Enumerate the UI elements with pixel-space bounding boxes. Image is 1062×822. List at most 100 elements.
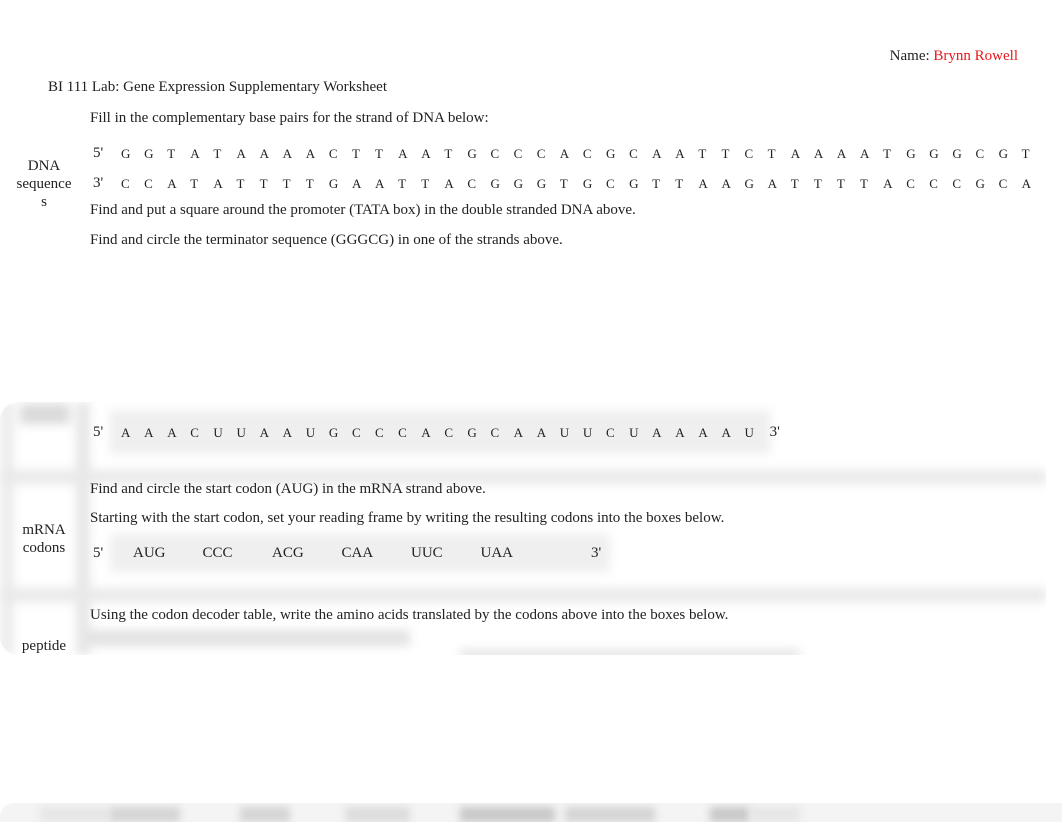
dna-base: T xyxy=(305,175,314,191)
worksheet-title: BI 111 Lab: Gene Expression Supplementar… xyxy=(48,79,387,95)
dna-base: C xyxy=(952,175,962,191)
blurred-footer-strip xyxy=(0,803,1062,822)
blurred-preview-region: 5' AAACUUAAUGCCCACGCAAUUCUAAAAU 3' Find … xyxy=(0,402,1046,655)
dna-base: T xyxy=(675,175,684,191)
dna-base: A xyxy=(721,175,731,191)
codon-box[interactable]: CCC xyxy=(203,545,273,562)
mrna-base: A xyxy=(282,424,293,440)
dna-base: A xyxy=(836,145,847,161)
dna-base: G xyxy=(998,145,1008,161)
codon-box[interactable]: ACG xyxy=(272,545,342,562)
dna-base: A xyxy=(675,145,685,161)
five-prime-end: 5' xyxy=(93,545,104,561)
dna-base: G xyxy=(929,145,939,161)
mrna-base: G xyxy=(467,424,477,440)
dna-base: T xyxy=(213,145,222,161)
dna-base: T xyxy=(698,145,707,161)
five-prime-end: 5' xyxy=(93,145,104,161)
dna-base: A xyxy=(213,175,223,191)
mrna-base: A xyxy=(721,424,731,440)
dna-base: C xyxy=(536,145,546,161)
dna-base: C xyxy=(467,175,477,191)
mrna-base: A xyxy=(421,424,431,440)
dna-base: C xyxy=(328,145,338,161)
dna-base: G xyxy=(513,175,523,191)
dna-base: C xyxy=(513,145,523,161)
dna-base: A xyxy=(236,145,246,161)
dna-base: C xyxy=(121,175,130,191)
three-prime-end: 3' xyxy=(93,175,104,191)
mrna-base: A xyxy=(513,424,523,440)
dna-base: C xyxy=(605,175,615,191)
peptide-label: peptide xyxy=(21,638,67,654)
dna-base: C xyxy=(144,175,153,191)
dna-base: G xyxy=(906,145,916,161)
three-prime-end: 3' xyxy=(591,545,602,561)
dna-sequences-label: DNA sequence s xyxy=(8,157,80,211)
five-prime-end: 5' xyxy=(93,424,104,440)
dna-base: C xyxy=(629,145,638,161)
mrna-base: A xyxy=(698,424,708,440)
dna-base: A xyxy=(444,175,454,191)
dna-base: A xyxy=(167,175,177,191)
dna-base: A xyxy=(259,145,269,161)
mrna-base: U xyxy=(744,424,754,440)
mrna-base: U xyxy=(582,424,593,440)
dna-base: T xyxy=(860,175,868,191)
start-codon-instruction: Find and circle the start codon (AUG) in… xyxy=(90,481,486,497)
mrna-base: A xyxy=(675,424,685,440)
dna-base: T xyxy=(721,145,730,161)
dna-base: G xyxy=(121,145,131,161)
codon-box[interactable]: UUC xyxy=(411,545,481,562)
dna-base: A xyxy=(305,145,316,161)
mrna-base: A xyxy=(652,424,662,440)
dna-base: G xyxy=(629,175,639,191)
mrna-base: A xyxy=(259,424,269,440)
mrna-strand: 5' AAACUUAAUGCCCACGCAAUUCUAAAAU 3' xyxy=(93,424,780,441)
dna-base: G xyxy=(605,145,616,161)
dna-base: C xyxy=(975,145,985,161)
promoter-instruction: Find and put a square around the promote… xyxy=(90,202,636,218)
dna-base: G xyxy=(328,175,339,191)
dna-base: A xyxy=(698,175,708,191)
mrna-base: G xyxy=(328,424,339,440)
dna-base: A xyxy=(282,145,293,161)
dna-base: C xyxy=(998,175,1008,191)
codon-box[interactable]: UAA xyxy=(481,545,551,562)
bottom-strand-bases: CCATATTTTGAATTACGGGTGCGTTAAGATTTTACCCGCA xyxy=(121,176,1045,192)
dna-bottom-strand[interactable]: 3' CCATATTTTGAATTACGGGTGCGTTAAGATTTTACCC… xyxy=(93,175,1045,192)
top-strand-bases: GGTATAAAACTTAATGCCCACGCAATTCTAAAATGGGCGT xyxy=(121,146,1045,162)
dna-base: T xyxy=(559,175,568,191)
dna-base: G xyxy=(536,175,547,191)
label-line: s xyxy=(41,194,47,210)
dna-base: T xyxy=(1021,145,1030,161)
dna-top-strand: 5' GGTATAAAACTTAATGCCCACGCAATTCTAAAATGGG… xyxy=(93,145,1045,162)
dna-fill-instruction: Fill in the complementary base pairs for… xyxy=(90,110,489,126)
dna-base: T xyxy=(398,175,407,191)
dna-base: A xyxy=(790,145,801,161)
mrna-base: C xyxy=(490,424,500,440)
mrna-base: U xyxy=(236,424,246,440)
mrna-base: U xyxy=(559,424,570,440)
mrna-base: A xyxy=(167,424,177,440)
codon-box[interactable]: CAA xyxy=(342,545,412,562)
dna-base: T xyxy=(883,145,892,161)
dna-base: T xyxy=(351,145,360,161)
name-value: Brynn Rowell xyxy=(933,48,1018,64)
dna-base: T xyxy=(652,175,661,191)
dna-base: T xyxy=(836,175,845,191)
dna-base: T xyxy=(190,175,199,191)
dna-base: A xyxy=(860,145,870,161)
dna-base: G xyxy=(744,175,754,191)
mrna-bases: AAACUUAAUGCCCACGCAAUUCUAAAAU xyxy=(121,425,768,441)
dna-base: A xyxy=(652,145,662,161)
dna-base: A xyxy=(883,175,893,191)
dna-base: A xyxy=(559,145,570,161)
dna-base: C xyxy=(906,175,915,191)
codon-box[interactable]: AUG xyxy=(133,545,203,562)
dna-base: T xyxy=(236,175,245,191)
mrna-base: C xyxy=(444,424,453,440)
dna-base: G xyxy=(490,175,500,191)
label-line: sequence xyxy=(16,176,72,192)
dna-base: C xyxy=(744,145,754,161)
